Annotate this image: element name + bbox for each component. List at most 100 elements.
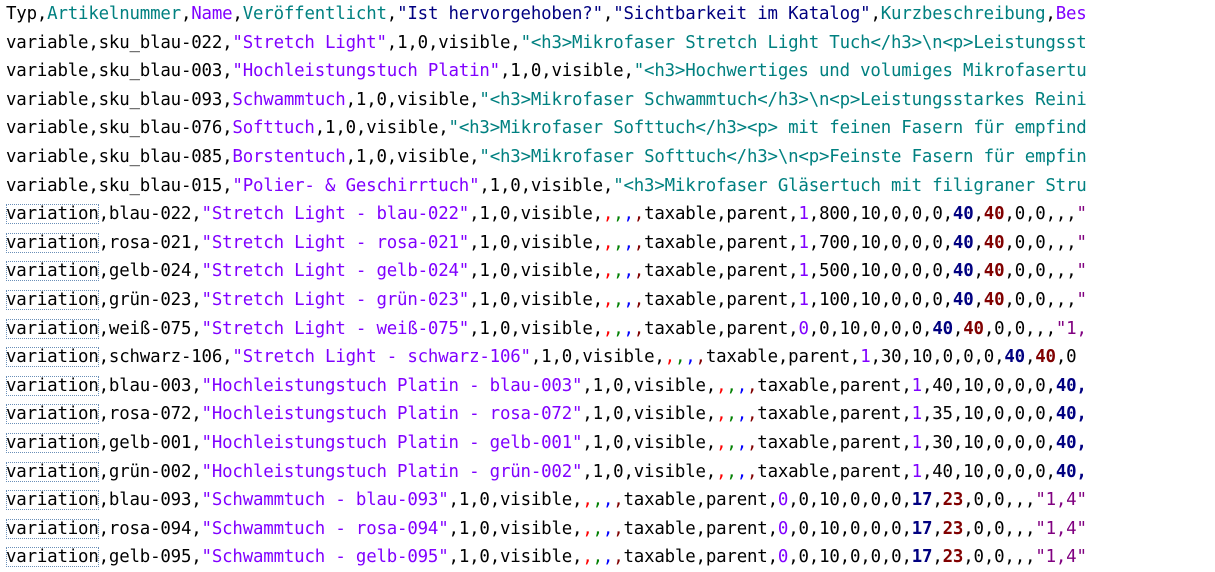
csv-separator: ,: [901, 204, 912, 225]
csv-line[interactable]: variation,rosa-072,"Hochleistungstuch Pl…: [6, 400, 1215, 429]
csv-field: 0: [870, 318, 881, 339]
csv-line[interactable]: variable,sku_blau-003,"Hochleistungstuch…: [6, 57, 1215, 86]
csv-separator: ,: [726, 375, 737, 396]
csv-line[interactable]: variable,sku_blau-022,"Stretch Light",1,…: [6, 29, 1215, 58]
csv-separator: ,: [788, 318, 799, 339]
csv-separator: ,: [808, 490, 820, 511]
csv-field: 0: [994, 318, 1005, 339]
csv-field: 0: [376, 146, 387, 167]
csv-separator: ,: [633, 204, 645, 225]
csv-field: 40: [1004, 347, 1025, 368]
csv-line[interactable]: variation,blau-093,"Schwammtuch - blau-0…: [6, 486, 1215, 515]
csv-field: 1: [355, 146, 367, 167]
csv-field: visible: [633, 375, 706, 396]
csv-separator: ,: [88, 118, 99, 139]
csv-separator: ,: [767, 490, 778, 511]
csv-line[interactable]: variation,gelb-001,"Hochleistungstuch Pl…: [6, 429, 1215, 458]
csv-separator: ,: [716, 289, 727, 310]
csv-field: 0: [777, 547, 789, 568]
csv-field: 1: [325, 118, 336, 139]
csv-line[interactable]: variation,weiß-075,"Stretch Light - weiß…: [6, 315, 1215, 344]
csv-separator: ,: [98, 375, 109, 396]
csv-separator: ,: [983, 432, 995, 453]
csv-field: Borstentuch: [232, 146, 346, 167]
csv-line[interactable]: variation,rosa-021,"Stretch Light - rosa…: [6, 229, 1215, 258]
csv-field: 1: [592, 404, 603, 425]
csv-field: blau-022: [108, 204, 192, 225]
csv-field: 1: [479, 204, 490, 225]
csv-separator: ,: [1024, 375, 1036, 396]
csv-field: 0: [510, 175, 521, 196]
csv-line[interactable]: variable,sku_blau-093,Schwammtuch,1,0,vi…: [6, 86, 1215, 115]
csv-field: "<h3>Mikrofaser Softtuch</h3>\n<p>Feinst…: [479, 146, 1087, 167]
csv-separator: ,: [510, 289, 521, 310]
csv-separator: ,: [602, 432, 614, 453]
csv-separator: ,: [572, 347, 583, 368]
csv-separator: ,: [633, 232, 645, 253]
csv-separator: ,: [191, 261, 202, 282]
csv-line[interactable]: variation,gelb-024,"Stretch Light - gelb…: [6, 257, 1215, 286]
csv-field: 0: [849, 490, 861, 511]
csv-field: visible: [500, 518, 573, 539]
csv-separator: ,: [736, 404, 747, 425]
csv-separator: ,: [901, 289, 912, 310]
csv-field: 0: [345, 118, 356, 139]
csv-line[interactable]: variation,schwarz-106,"Stretch Light - s…: [6, 343, 1215, 372]
csv-field: 0: [932, 204, 943, 225]
csv-separator: ,: [510, 32, 521, 53]
csv-line[interactable]: variation,blau-003,"Hochleistungstuch Pl…: [6, 372, 1215, 401]
csv-line[interactable]: variation,grün-002,"Hochleistungstuch Pl…: [6, 458, 1215, 487]
csv-separator: ,: [716, 375, 727, 396]
csv-separator: ,: [1004, 289, 1015, 310]
csv-separator: ,: [1045, 261, 1056, 282]
csv-separator: ,: [695, 347, 706, 368]
csv-separator: ,: [1066, 232, 1077, 253]
csv-separator: ,: [592, 490, 603, 511]
csv-field: 1: [592, 375, 603, 396]
csv-field: 40: [963, 318, 984, 339]
csv-field: taxable: [644, 261, 717, 282]
csv-separator: ,: [1024, 404, 1036, 425]
csv-separator: ,: [921, 404, 933, 425]
csv-field: 40: [932, 375, 953, 396]
csv-field: 0: [777, 490, 789, 511]
csv-line[interactable]: variable,sku_blau-085,Borstentuch,1,0,vi…: [6, 143, 1215, 172]
csv-line[interactable]: variation,rosa-094,"Schwammtuch - rosa-0…: [6, 515, 1215, 544]
csv-separator: ,: [901, 518, 912, 539]
csv-field: 0: [932, 261, 943, 282]
csv-field: parent: [839, 461, 902, 482]
csv-separator: ,: [1004, 232, 1015, 253]
csv-field: "Schwammtuch - blau-093": [201, 490, 449, 511]
csv-field: 23: [942, 518, 964, 539]
csv-field: visible: [397, 146, 470, 167]
csv-separator: ,: [880, 232, 892, 253]
csv-field: 0: [1014, 289, 1025, 310]
csv-separator: ,: [366, 89, 377, 110]
csv-separator: ,: [1025, 490, 1036, 511]
csv-field: "Hochleistungstuch Platin - rosa-072": [201, 404, 583, 425]
csv-field: 0: [849, 547, 861, 568]
csv-separator: ,: [1024, 461, 1036, 482]
csv-line[interactable]: variation,grün-023,"Stretch Light - grün…: [6, 286, 1215, 315]
csv-separator: ,: [788, 547, 799, 568]
csv-separator: ,: [366, 146, 377, 167]
csv-separator: ,: [695, 518, 706, 539]
csv-field: ": [1076, 232, 1087, 253]
csv-line[interactable]: variable,sku_blau-076,Softtuch,1,0,visib…: [6, 114, 1215, 143]
csv-field: 0: [1035, 404, 1046, 425]
csv-line[interactable]: variation,blau-022,"Stretch Light - blau…: [6, 200, 1215, 229]
csv-field: 0: [973, 547, 984, 568]
csv-separator: ,: [489, 261, 500, 282]
csv-field: 0: [891, 547, 902, 568]
csv-field: 10: [839, 318, 861, 339]
csv-field: 40: [983, 289, 1005, 310]
csv-line[interactable]: variable,sku_blau-015,"Polier- & Geschir…: [6, 172, 1215, 201]
csv-field: 40: [932, 318, 953, 339]
csv-line[interactable]: variation,gelb-095,"Schwammtuch - gelb-0…: [6, 543, 1215, 572]
csv-separator: ,: [1045, 204, 1056, 225]
csv-text-editor[interactable]: Typ, Artikelnummer, Name, Veröffentlicht, "I…: [0, 0, 1215, 572]
csv-separator: ,: [191, 404, 202, 425]
csv-line[interactable]: Typ,Artikelnummer,Name,Veröffentlicht,"I…: [6, 0, 1215, 29]
csv-separator: ,: [932, 518, 943, 539]
csv-separator: ,: [438, 118, 449, 139]
